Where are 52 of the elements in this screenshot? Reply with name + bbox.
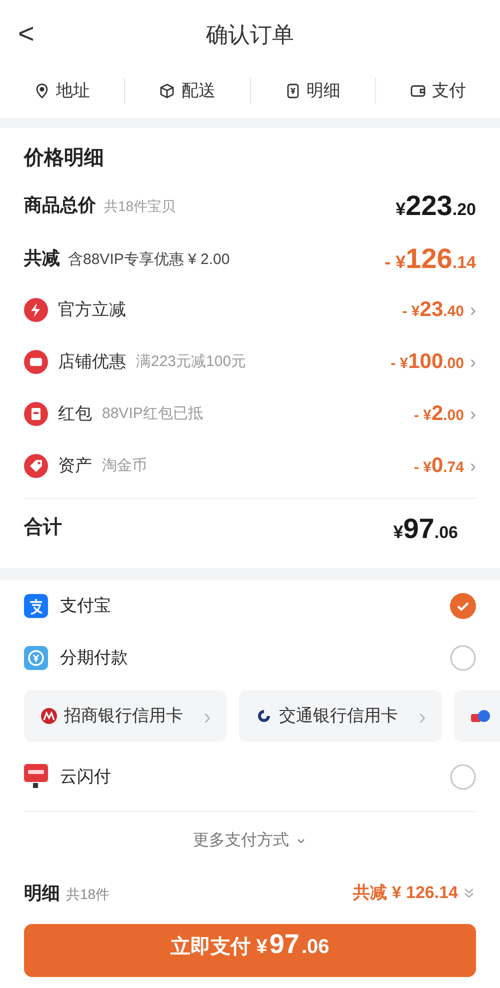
row-label: 商品总价: [24, 194, 96, 216]
receipt-icon: [284, 83, 301, 99]
discount-amount: - ¥23.40: [402, 296, 464, 323]
bank-card-option[interactable]: 交通银行信用卡 ›: [239, 690, 442, 742]
row-note: 88VIP红包已抵: [102, 404, 203, 424]
lightning-icon: [24, 298, 48, 322]
installment-icon: [24, 646, 48, 670]
more-payment-button[interactable]: 更多支付方式: [193, 829, 307, 853]
page-title: 确认订单: [206, 20, 294, 48]
step-tab[interactable]: 明细: [284, 78, 341, 104]
row-note: 共18件宝贝: [104, 196, 176, 216]
alipay-icon: [24, 594, 48, 618]
bank-card-option[interactable]: 招商银行信用卡 ›: [24, 690, 227, 742]
row-label: 红包: [58, 403, 92, 426]
wallet-icon: [410, 83, 426, 99]
discount-amount: - ¥126.14: [384, 242, 476, 276]
package-icon: [159, 83, 176, 99]
tag-icon: [24, 454, 48, 478]
row-note: 满223元减100元: [136, 352, 246, 372]
step-tab[interactable]: 配送: [159, 78, 216, 104]
row-label: 官方立减: [58, 299, 126, 322]
payment-method-label: 云闪付: [60, 766, 111, 788]
radio-unchecked[interactable]: [450, 764, 476, 790]
detail-label: 明细: [24, 882, 60, 904]
gift-envelope-icon: [24, 402, 48, 426]
shop-icon: [24, 350, 48, 374]
discount-amount: - ¥100.00: [390, 348, 464, 375]
row-label: 合计: [24, 516, 62, 540]
wallet-logo-icon: [470, 707, 492, 725]
radio-unchecked[interactable]: [450, 645, 476, 671]
row-note: 含88VIP专享优惠 ¥ 2.00: [68, 250, 230, 270]
double-chevron-down-icon: [462, 886, 476, 900]
step-tab[interactable]: 支付: [410, 78, 466, 104]
back-button[interactable]: <: [18, 13, 34, 55]
payment-method-label: 分期付款: [60, 647, 128, 670]
step-tab[interactable]: 地址: [34, 78, 90, 104]
row-label: 资产: [58, 455, 92, 478]
bank-logo-icon: [255, 707, 273, 725]
row-note: 淘金币: [102, 456, 147, 476]
location-pin-icon: [34, 83, 50, 99]
radio-checked[interactable]: [450, 593, 476, 619]
payment-method-label: 支付宝: [60, 595, 111, 618]
item-count: 共18件: [66, 884, 110, 904]
row-label: 共减: [24, 246, 60, 270]
unionpay-icon: [24, 764, 48, 790]
row-label: 店铺优惠: [58, 351, 126, 374]
total-price: ¥223.20: [396, 188, 476, 222]
bank-logo-icon: [40, 707, 58, 725]
section-title: 价格明细: [24, 146, 105, 171]
total-price: ¥97.06: [393, 512, 458, 546]
discount-amount: - ¥2.00: [414, 400, 464, 427]
discount-amount: - ¥0.74: [414, 452, 464, 479]
